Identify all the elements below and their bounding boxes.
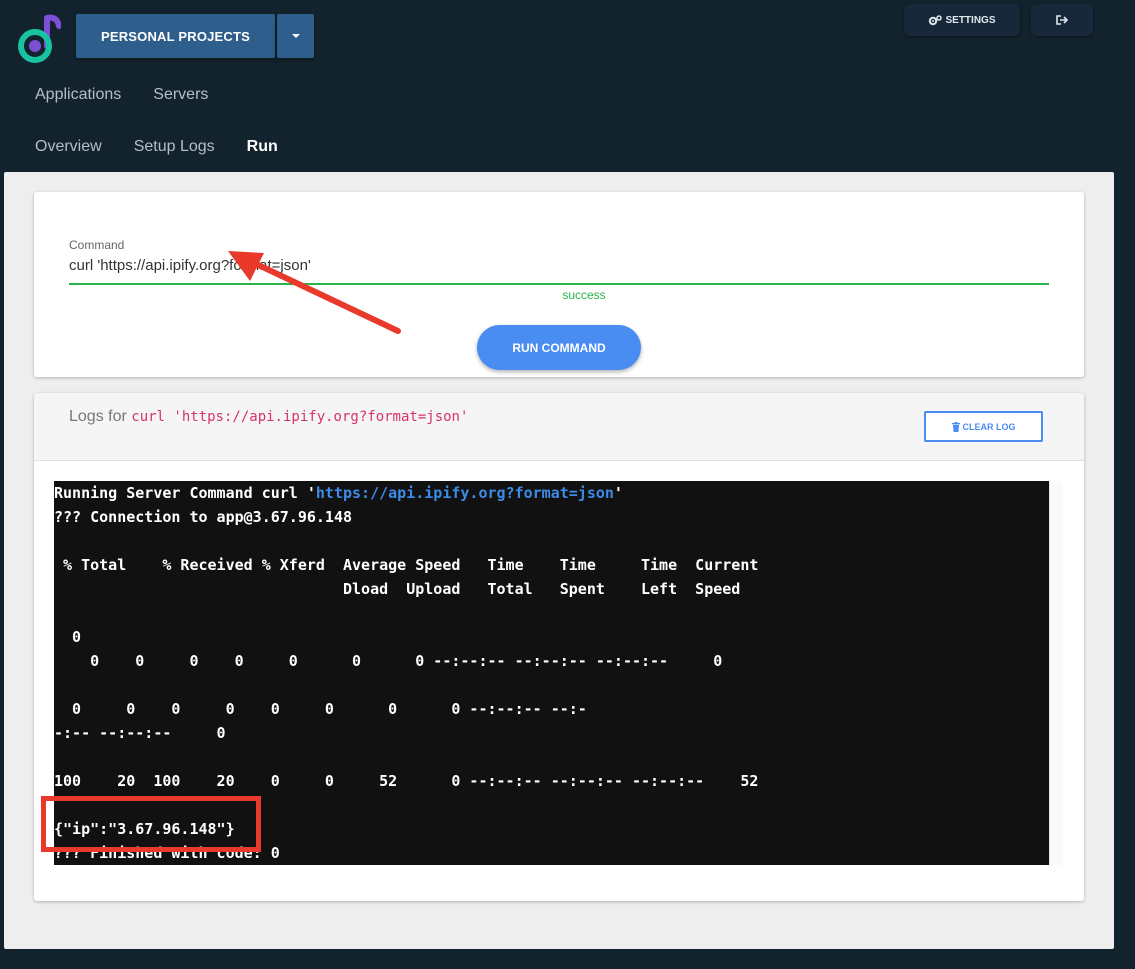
command-card: Command success RUN COMMAND	[34, 192, 1084, 377]
command-label: Command	[69, 238, 125, 252]
terminal-scrollbar[interactable]	[1049, 481, 1063, 865]
term-line: 0	[54, 628, 82, 646]
nav-servers[interactable]: Servers	[153, 86, 208, 104]
clear-log-label: CLEAR LOG	[962, 421, 1016, 432]
settings-label: SETTINGS	[945, 14, 996, 26]
trash-icon	[951, 421, 960, 432]
project-dropdown-toggle[interactable]	[277, 14, 314, 58]
app-logo	[18, 14, 61, 63]
term-line: 0 0 0 0 0 0 0 0 --:--:-- --:-	[54, 700, 587, 718]
caret-down-icon	[291, 34, 300, 38]
term-line-running: Running Server Command curl 'https://api…	[54, 484, 623, 502]
term-line: -:-- --:--:-- 0	[54, 724, 226, 742]
project-switcher-label: PERSONAL PROJECTS	[100, 28, 251, 44]
term-line: % Total % Received % Xferd Average Speed…	[54, 556, 759, 574]
settings-button[interactable]: SETTINGS	[904, 4, 1020, 36]
project-switcher-button[interactable]: PERSONAL PROJECTS	[76, 14, 275, 58]
logs-title: Logs for curl 'https://api.ipify.org?for…	[69, 408, 468, 426]
tab-setup-logs[interactable]: Setup Logs	[134, 138, 215, 156]
clear-log-button[interactable]: CLEAR LOG	[924, 411, 1043, 442]
term-line: ??? Connection to app@3.67.96.148	[54, 508, 353, 526]
annotation-highlight-box	[41, 796, 261, 852]
term-line: 100 20 100 20 0 0 52 0 --:--:-- --:--:--…	[54, 772, 759, 790]
main-nav: Applications Servers	[35, 86, 208, 104]
run-command-button[interactable]: RUN COMMAND	[477, 325, 641, 370]
command-status: success	[562, 288, 606, 302]
logs-header: Logs for curl 'https://api.ipify.org?for…	[34, 393, 1084, 461]
sign-out-icon	[1056, 15, 1068, 25]
logs-title-command: curl 'https://api.ipify.org?format=json'	[131, 409, 469, 425]
logs-title-prefix: Logs for	[69, 408, 127, 425]
tab-overview[interactable]: Overview	[35, 138, 102, 156]
term-line: Dload Upload Total Spent Left Speed	[54, 580, 741, 598]
gears-icon	[929, 14, 943, 25]
tab-run[interactable]: Run	[247, 138, 278, 156]
term-link[interactable]: https://api.ipify.org?format=json	[316, 484, 614, 502]
annotation-arrow-icon	[228, 251, 401, 334]
app-subnav: Overview Setup Logs Run	[35, 138, 278, 156]
nav-applications[interactable]: Applications	[35, 86, 121, 104]
term-line: 0 0 0 0 0 0 0 --:--:-- --:--:-- --:--:--…	[54, 652, 723, 670]
logout-button[interactable]	[1031, 4, 1093, 36]
command-input[interactable]	[69, 255, 1049, 285]
